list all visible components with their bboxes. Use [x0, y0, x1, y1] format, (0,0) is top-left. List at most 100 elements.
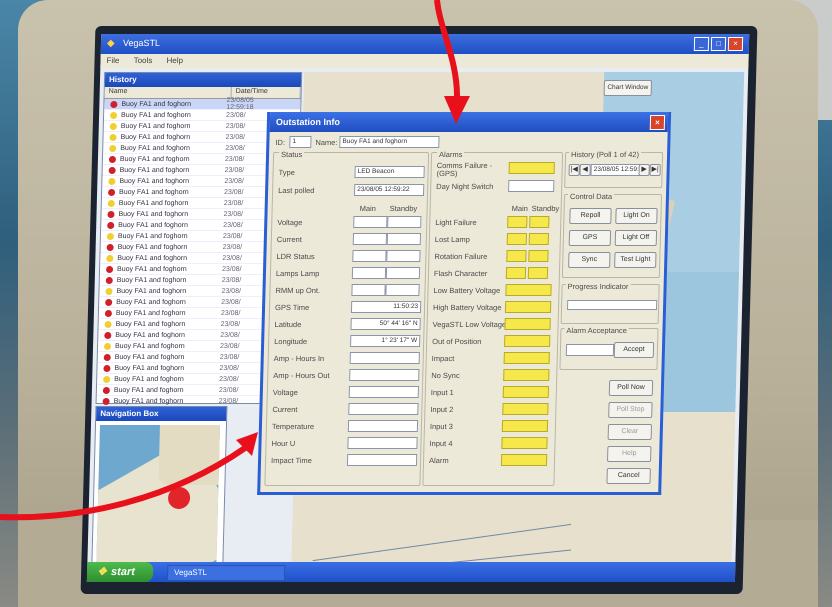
status-field-main — [352, 233, 388, 245]
dialog-title-bar[interactable]: Outstation Info × — [269, 112, 669, 132]
id-field[interactable]: 1 — [289, 136, 312, 148]
status-field-standby — [385, 267, 421, 279]
test-light-button[interactable]: Test Light — [614, 252, 657, 268]
next-record-icon[interactable]: ▶ — [638, 164, 650, 176]
status-field-label: GPS Time — [274, 303, 310, 312]
history-row-name: Buoy FA1 and foghorn — [118, 188, 189, 196]
control-data-label: Control Data — [567, 192, 615, 201]
alarm-label: Out of Position — [432, 337, 482, 346]
history-row-name: Buoy FA1 and foghorn — [117, 254, 188, 262]
comms-failure-indicator — [508, 162, 555, 174]
side-button-clear[interactable]: Clear — [607, 424, 653, 440]
repoll-button[interactable]: Repoll — [569, 208, 612, 224]
history-row-time: 23/08/05 12:59:18 — [226, 97, 254, 111]
alarm-label: Low Battery Voltage — [433, 286, 501, 295]
side-button-poll-stop[interactable]: Poll Stop — [608, 402, 653, 418]
taskbar-item-vegastl[interactable]: VegaSTL — [166, 565, 286, 581]
status-field-label: RMM up Ont. — [275, 286, 321, 295]
status-field-value: 50° 44' 16" N — [350, 318, 421, 330]
alarm-acceptance-label: Alarm Acceptance — [564, 326, 630, 335]
status-field-value: 1° 23' 17" W — [350, 335, 421, 347]
alarm-label: Impact — [431, 354, 455, 363]
history-row-name: Buoy FA1 and foghorn — [121, 100, 192, 108]
history-row-name: Buoy FA1 and foghorn — [121, 111, 191, 119]
light-off-button[interactable]: Light Off — [614, 230, 658, 246]
menu-file[interactable]: File — [106, 56, 119, 65]
name-label: Name: — [315, 138, 338, 147]
accept-button[interactable]: Accept — [613, 342, 655, 358]
alarm-indicator — [501, 420, 549, 432]
status-field-label: Amp - Hours In — [273, 354, 325, 363]
alarm-label: High Battery Voltage — [432, 303, 502, 312]
alarm-label: Light Failure — [435, 218, 477, 227]
status-field-main — [351, 284, 386, 296]
app-title-bar[interactable]: ◆ VegaSTL _ □ × — [100, 34, 750, 54]
side-button-cancel[interactable]: Cancel — [606, 468, 651, 484]
outstation-info-dialog: Outstation Info × ID: 1 Name: Buoy FA1 a… — [257, 112, 672, 495]
warning-status-icon — [110, 111, 118, 119]
last-record-icon[interactable]: ▶| — [649, 164, 661, 176]
alarm-status-icon — [110, 100, 118, 108]
navigation-box-title: Navigation Box — [96, 407, 227, 421]
alarm-indicator — [503, 352, 550, 364]
alarm-acceptance-field[interactable] — [565, 344, 615, 356]
menu-help[interactable]: Help — [166, 56, 183, 65]
alarm-status-icon — [105, 298, 113, 306]
alarm-status-icon — [104, 309, 113, 317]
navigation-map[interactable] — [96, 425, 220, 573]
map-contour — [312, 523, 572, 562]
alarm-label: Input 2 — [430, 405, 454, 414]
status-field-value: 11:50:23 — [350, 301, 422, 313]
alarm-label: Input 1 — [430, 388, 454, 397]
status-field-label: Amp - Hours Out — [273, 371, 330, 380]
history-row-name: Buoy FA1 and foghorn — [117, 243, 188, 251]
history-title: History — [104, 73, 302, 87]
alarm-status-icon — [102, 397, 110, 405]
alarm-main-indicator — [507, 216, 528, 228]
status-field-label: Impact Time — [270, 456, 313, 465]
side-button-help[interactable]: Help — [607, 446, 652, 462]
sync-button[interactable]: Sync — [568, 252, 611, 268]
alarm-label: VegaSTL Low Voltage — [432, 320, 507, 329]
side-button-poll-now[interactable]: Poll Now — [608, 380, 654, 396]
chart-window-button[interactable]: Chart Window — [603, 80, 653, 96]
status-field-value — [346, 454, 418, 466]
warning-status-icon — [109, 144, 117, 152]
window-controls: _ □ × — [692, 37, 744, 51]
alarm-indicator — [502, 386, 550, 398]
history-row-name: Buoy FA1 and foghorn — [120, 144, 191, 152]
status-field-standby — [386, 250, 421, 262]
alarm-status-icon — [105, 265, 114, 273]
close-icon[interactable]: × — [727, 37, 744, 51]
alarm-label: Flash Character — [433, 269, 488, 278]
light-on-button[interactable]: Light On — [615, 208, 658, 224]
history-date-field[interactable]: 23/08/05 12:59:2 — [590, 164, 641, 176]
name-field[interactable]: Buoy FA1 and foghorn — [339, 136, 440, 148]
history-row-name: Buoy FA1 and foghorn — [120, 122, 191, 130]
alarm-label: No Sync — [431, 371, 460, 380]
status-field-value — [349, 369, 420, 381]
column-name[interactable]: Name — [104, 87, 232, 98]
status-field-label: Current — [272, 405, 298, 414]
type-label: Type — [278, 168, 295, 177]
comms-failure-label: Comms Failure - (GPS) — [436, 161, 493, 178]
gps-button[interactable]: GPS — [568, 230, 612, 246]
dialog-close-icon[interactable]: × — [649, 115, 666, 130]
status-field-label: Current — [276, 235, 302, 244]
alarm-label: Rotation Failure — [434, 252, 488, 261]
last-polled-label: Last polled — [278, 186, 315, 195]
nav-land — [158, 425, 220, 485]
warning-status-icon — [107, 199, 115, 207]
minimize-icon[interactable]: _ — [693, 37, 710, 51]
first-record-icon[interactable]: |◀ — [568, 164, 580, 176]
status-field-label: Temperature — [271, 422, 315, 431]
menu-tools[interactable]: Tools — [134, 56, 153, 65]
maximize-icon[interactable]: □ — [710, 37, 727, 51]
monitor-screen: ◆ VegaSTL _ □ × File Tools Help History Na… — [80, 26, 758, 594]
menu-bar: File Tools Help — [100, 54, 749, 68]
alarm-main-indicator — [506, 250, 527, 262]
history-row[interactable]: Buoy FA1 and foghorn 23/08/05 12:59:18 — [104, 97, 301, 111]
status-field-value — [347, 420, 419, 432]
prev-record-icon[interactable]: ◀ — [579, 164, 591, 176]
start-button[interactable]: ❖ start — [86, 562, 154, 582]
